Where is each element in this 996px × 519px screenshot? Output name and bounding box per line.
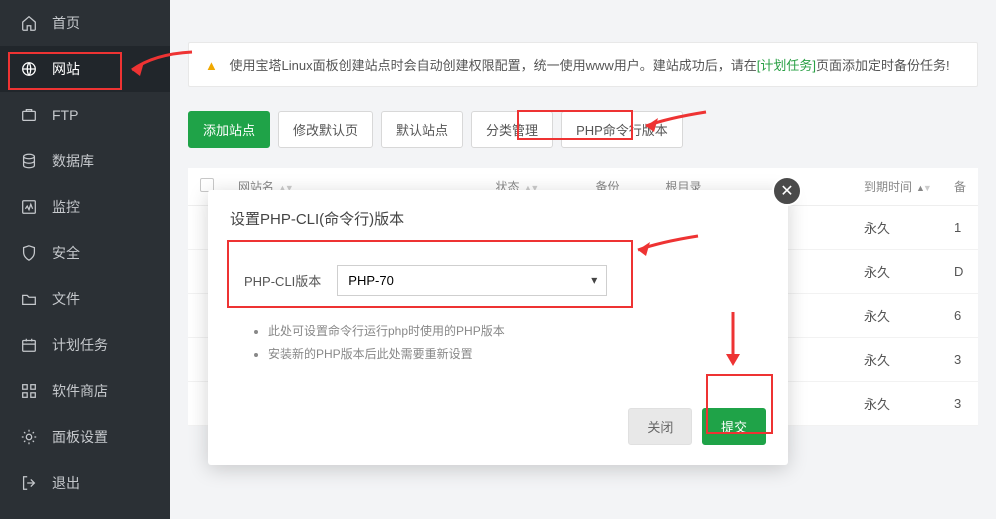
notice-link[interactable]: [计划任务] bbox=[757, 58, 816, 73]
sidebar-item-settings[interactable]: 面板设置 bbox=[0, 414, 170, 460]
notice-text-b: 页面添加定时备份任务! bbox=[816, 58, 950, 73]
form-row: PHP-CLI版本 PHP-70 bbox=[244, 247, 752, 322]
sidebar-label: 首页 bbox=[52, 13, 80, 33]
gear-icon bbox=[20, 428, 38, 446]
sidebar-item-security[interactable]: 安全 bbox=[0, 230, 170, 276]
database-icon bbox=[20, 152, 38, 170]
hints-list: 此处可设置命令行运行php时使用的PHP版本 安装新的PHP版本后此处需要重新设… bbox=[244, 322, 752, 382]
sidebar-label: 网站 bbox=[52, 59, 80, 79]
modal-body: PHP-CLI版本 PHP-70 此处可设置命令行运行php时使用的PHP版本 … bbox=[208, 243, 788, 394]
modal-title: 设置PHP-CLI(命令行)版本 bbox=[208, 190, 788, 243]
hint-text: 安装新的PHP版本后此处需要重新设置 bbox=[268, 345, 752, 362]
php-version-select[interactable]: PHP-70 bbox=[337, 265, 607, 296]
modal-close-button[interactable]: ✕ bbox=[772, 176, 802, 206]
shield-icon bbox=[20, 244, 38, 262]
sidebar-label: FTP bbox=[52, 107, 78, 123]
sidebar-label: 面板设置 bbox=[52, 427, 108, 447]
sidebar-label: 数据库 bbox=[52, 151, 94, 171]
sidebar-label: 计划任务 bbox=[52, 335, 108, 355]
th-expire[interactable]: 到期时间▲▼ bbox=[852, 168, 942, 206]
notice-bar: ▲ 使用宝塔Linux面板创建站点时会自动创建权限配置，统一使用www用户。建站… bbox=[188, 42, 978, 87]
modify-default-button[interactable]: 修改默认页 bbox=[278, 111, 373, 148]
sidebar: 首页 网站 FTP 数据库 监控 安全 文件 计划任务 软件商店 面板设置 退出 bbox=[0, 0, 170, 519]
monitor-icon bbox=[20, 198, 38, 216]
sidebar-item-cron[interactable]: 计划任务 bbox=[0, 322, 170, 368]
add-site-button[interactable]: 添加站点 bbox=[188, 111, 270, 148]
warning-icon: ▲ bbox=[205, 58, 218, 73]
home-icon bbox=[20, 14, 38, 32]
grid-icon bbox=[20, 382, 38, 400]
globe-icon bbox=[20, 60, 38, 78]
sidebar-label: 文件 bbox=[52, 289, 80, 309]
th-remark: 备 bbox=[942, 168, 978, 206]
php-cli-version-button[interactable]: PHP命令行版本 bbox=[561, 111, 683, 148]
category-button[interactable]: 分类管理 bbox=[471, 111, 553, 148]
ftp-icon bbox=[20, 106, 38, 124]
notice-text-a: 使用宝塔Linux面板创建站点时会自动创建权限配置，统一使用www用户。建站成功… bbox=[230, 58, 757, 73]
sidebar-item-website[interactable]: 网站 bbox=[0, 46, 170, 92]
sidebar-item-database[interactable]: 数据库 bbox=[0, 138, 170, 184]
sidebar-label: 软件商店 bbox=[52, 381, 108, 401]
calendar-icon bbox=[20, 336, 38, 354]
sidebar-label: 安全 bbox=[52, 243, 80, 263]
sidebar-label: 退出 bbox=[52, 473, 80, 493]
folder-icon bbox=[20, 290, 38, 308]
sidebar-item-exit[interactable]: 退出 bbox=[0, 460, 170, 506]
toolbar: 添加站点 修改默认页 默认站点 分类管理 PHP命令行版本 bbox=[188, 111, 978, 148]
select-wrap: PHP-70 bbox=[337, 265, 607, 296]
sidebar-item-home[interactable]: 首页 bbox=[0, 0, 170, 46]
hint-text: 此处可设置命令行运行php时使用的PHP版本 bbox=[268, 322, 752, 339]
sidebar-item-software[interactable]: 软件商店 bbox=[0, 368, 170, 414]
close-button[interactable]: 关闭 bbox=[628, 408, 692, 445]
modal-footer: 关闭 提交 bbox=[208, 394, 788, 465]
submit-button[interactable]: 提交 bbox=[702, 408, 766, 445]
sidebar-label: 监控 bbox=[52, 197, 80, 217]
php-cli-label: PHP-CLI版本 bbox=[244, 271, 321, 290]
sidebar-item-ftp[interactable]: FTP bbox=[0, 92, 170, 138]
sort-icon: ▲▼ bbox=[916, 183, 930, 193]
default-site-button[interactable]: 默认站点 bbox=[381, 111, 463, 148]
exit-icon bbox=[20, 474, 38, 492]
sidebar-item-monitor[interactable]: 监控 bbox=[0, 184, 170, 230]
php-cli-modal: ✕ 设置PHP-CLI(命令行)版本 PHP-CLI版本 PHP-70 此处可设… bbox=[208, 190, 788, 465]
sidebar-item-files[interactable]: 文件 bbox=[0, 276, 170, 322]
